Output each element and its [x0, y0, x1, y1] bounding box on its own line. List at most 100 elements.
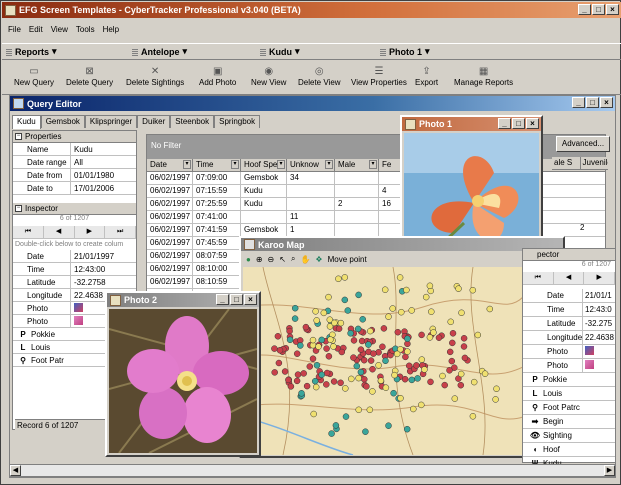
- new-view-button[interactable]: ◉ New View: [251, 64, 286, 88]
- map-point[interactable]: [441, 381, 448, 389]
- map-point[interactable]: [309, 355, 317, 362]
- map-point[interactable]: [293, 377, 301, 385]
- photo-dropdown[interactable]: Photo 1 ▾: [380, 46, 430, 57]
- column-label[interactable]: Juvenile: [581, 157, 609, 169]
- list-item[interactable]: L Louis: [523, 387, 615, 401]
- map-point[interactable]: [347, 330, 354, 337]
- map-point[interactable]: [413, 362, 420, 369]
- tab-steenbok[interactable]: Steenbok: [170, 115, 215, 128]
- map-point[interactable]: [370, 350, 377, 357]
- map-point[interactable]: [323, 381, 330, 388]
- map-point[interactable]: [486, 305, 494, 313]
- pointer-icon[interactable]: ↖: [279, 255, 286, 264]
- map-point[interactable]: [291, 315, 299, 322]
- table-cell[interactable]: [335, 224, 379, 236]
- map-point[interactable]: [394, 328, 402, 336]
- inspector-row[interactable]: Photo: [523, 345, 615, 359]
- map-point[interactable]: [357, 346, 365, 353]
- map-point[interactable]: [385, 422, 392, 429]
- map-point[interactable]: [470, 378, 478, 386]
- menu-edit[interactable]: Edit: [29, 25, 43, 34]
- map-point[interactable]: [461, 354, 469, 362]
- map-point[interactable]: [331, 319, 338, 327]
- map-point[interactable]: [404, 348, 411, 355]
- photo-1-maximize-button[interactable]: □: [512, 118, 525, 129]
- qe-restore-button[interactable]: □: [586, 97, 599, 108]
- map-point[interactable]: [460, 335, 468, 342]
- last-record-button[interactable]: ⏭: [105, 226, 136, 238]
- map-point[interactable]: [369, 388, 376, 395]
- table-cell[interactable]: 08:10:00: [193, 263, 241, 275]
- table-cell[interactable]: [335, 185, 379, 197]
- map-point[interactable]: [493, 385, 500, 393]
- map-point[interactable]: [418, 356, 426, 363]
- map-point[interactable]: [382, 357, 389, 365]
- table-cell[interactable]: 07:15:59: [193, 185, 241, 197]
- properties-header[interactable]: − Properties: [13, 131, 136, 143]
- map-point[interactable]: [393, 350, 401, 358]
- inspector-row[interactable]: Photo: [523, 359, 615, 373]
- map-point[interactable]: [418, 401, 425, 409]
- new-query-button[interactable]: ▭ New Query: [14, 64, 54, 88]
- inspector-row[interactable]: Longitude 22.4638: [523, 331, 615, 345]
- table-cell[interactable]: 08:10:59: [193, 276, 241, 288]
- map-point[interactable]: [474, 331, 482, 339]
- map-point[interactable]: [281, 368, 289, 375]
- qe-minimize-button[interactable]: _: [572, 97, 585, 108]
- table-cell[interactable]: [335, 211, 379, 223]
- tab-duiker[interactable]: Duiker: [137, 115, 171, 128]
- map-point[interactable]: [469, 286, 477, 294]
- map-point[interactable]: [446, 348, 454, 356]
- list-item[interactable]: 👁 Sighting: [523, 429, 615, 443]
- map-point[interactable]: [312, 383, 320, 391]
- map-point[interactable]: [408, 307, 415, 314]
- map-point[interactable]: [350, 354, 357, 361]
- table-cell[interactable]: [287, 198, 335, 210]
- map-point[interactable]: [271, 345, 278, 352]
- map-point[interactable]: [435, 334, 443, 341]
- map-point[interactable]: [342, 385, 349, 392]
- map-point[interactable]: [451, 395, 459, 402]
- column-header[interactable]: Male ▾: [335, 159, 379, 171]
- scroll-right-icon[interactable]: ▶: [604, 465, 615, 476]
- map-point[interactable]: [271, 369, 278, 376]
- map-point[interactable]: [448, 357, 456, 365]
- map-point[interactable]: [457, 381, 465, 389]
- map-point[interactable]: [335, 275, 342, 283]
- map-point[interactable]: [398, 308, 405, 316]
- map-point[interactable]: [366, 406, 374, 414]
- map-point[interactable]: [312, 308, 319, 315]
- view-properties-button[interactable]: ☰ View Properties: [351, 64, 407, 88]
- add-photo-button[interactable]: ▣ Add Photo: [199, 64, 236, 88]
- map-point[interactable]: [320, 309, 328, 317]
- map-point[interactable]: [302, 323, 310, 331]
- map-point[interactable]: [460, 343, 468, 350]
- map-point[interactable]: [389, 305, 396, 312]
- table-cell[interactable]: Kudu: [241, 185, 287, 197]
- qe-close-button[interactable]: ×: [600, 97, 613, 108]
- next-record-button[interactable]: ▶: [584, 272, 616, 284]
- map-point[interactable]: [458, 309, 465, 317]
- property-row[interactable]: Date from 01/01/1980: [13, 169, 136, 182]
- map-point[interactable]: [447, 318, 454, 326]
- map-point[interactable]: [285, 376, 292, 384]
- map-point[interactable]: [313, 362, 321, 369]
- map-point[interactable]: [274, 333, 282, 340]
- map-point[interactable]: [291, 304, 299, 312]
- inspector-2-header[interactable]: pector: [523, 249, 615, 261]
- chevron-down-icon[interactable]: ▾: [325, 160, 333, 169]
- map-point[interactable]: [408, 376, 416, 384]
- table-cell[interactable]: 06/02/1997: [147, 276, 193, 288]
- first-record-button[interactable]: ⏮: [13, 226, 44, 238]
- map-point[interactable]: [382, 384, 390, 391]
- tab-springbok[interactable]: Springbok: [214, 115, 261, 128]
- table-cell[interactable]: 07:25:59: [193, 198, 241, 210]
- inspector-row[interactable]: Date 21/01/1: [523, 289, 615, 303]
- map-point[interactable]: [337, 319, 345, 327]
- tab-gemsbok[interactable]: Gemsbok: [40, 115, 85, 128]
- map-point[interactable]: [309, 336, 317, 344]
- map-point[interactable]: [355, 406, 362, 414]
- map-point[interactable]: [342, 413, 350, 420]
- map-point[interactable]: [363, 383, 370, 390]
- map-point[interactable]: [421, 366, 428, 373]
